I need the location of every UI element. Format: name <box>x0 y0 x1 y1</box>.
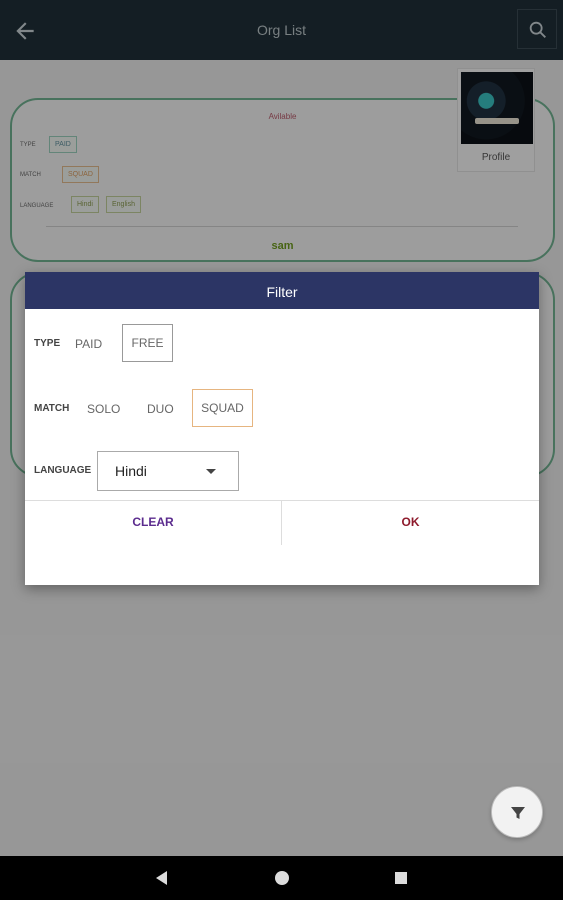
dialog-title: Filter <box>266 284 298 300</box>
language-selected-value: Hindi <box>115 463 147 479</box>
match-option-duo[interactable]: DUO <box>147 402 174 416</box>
type-label: TYPE <box>34 338 61 349</box>
dialog-header: Filter <box>25 272 539 309</box>
nav-home-icon[interactable] <box>275 871 289 885</box>
match-option-solo[interactable]: SOLO <box>87 402 120 416</box>
nav-recent-icon[interactable] <box>395 872 407 884</box>
filter-icon <box>511 807 525 819</box>
language-dropdown[interactable]: Hindi <box>97 451 239 491</box>
match-option-squad[interactable]: SQUAD <box>192 389 253 427</box>
dialog-divider <box>25 500 539 501</box>
type-option-free[interactable]: FREE <box>122 324 173 362</box>
clear-button[interactable]: CLEAR <box>25 515 281 529</box>
dropdown-arrow-icon <box>206 469 216 474</box>
language-label: LANGUAGE <box>34 465 92 476</box>
ok-button[interactable]: OK <box>282 515 539 529</box>
filter-dialog: Filter TYPE PAID FREE MATCH SOLO DUO SQU… <box>25 272 539 585</box>
filter-fab[interactable] <box>491 786 543 838</box>
type-option-paid[interactable]: PAID <box>75 337 102 351</box>
nav-back-icon[interactable] <box>156 871 167 885</box>
match-label: MATCH <box>34 403 70 414</box>
